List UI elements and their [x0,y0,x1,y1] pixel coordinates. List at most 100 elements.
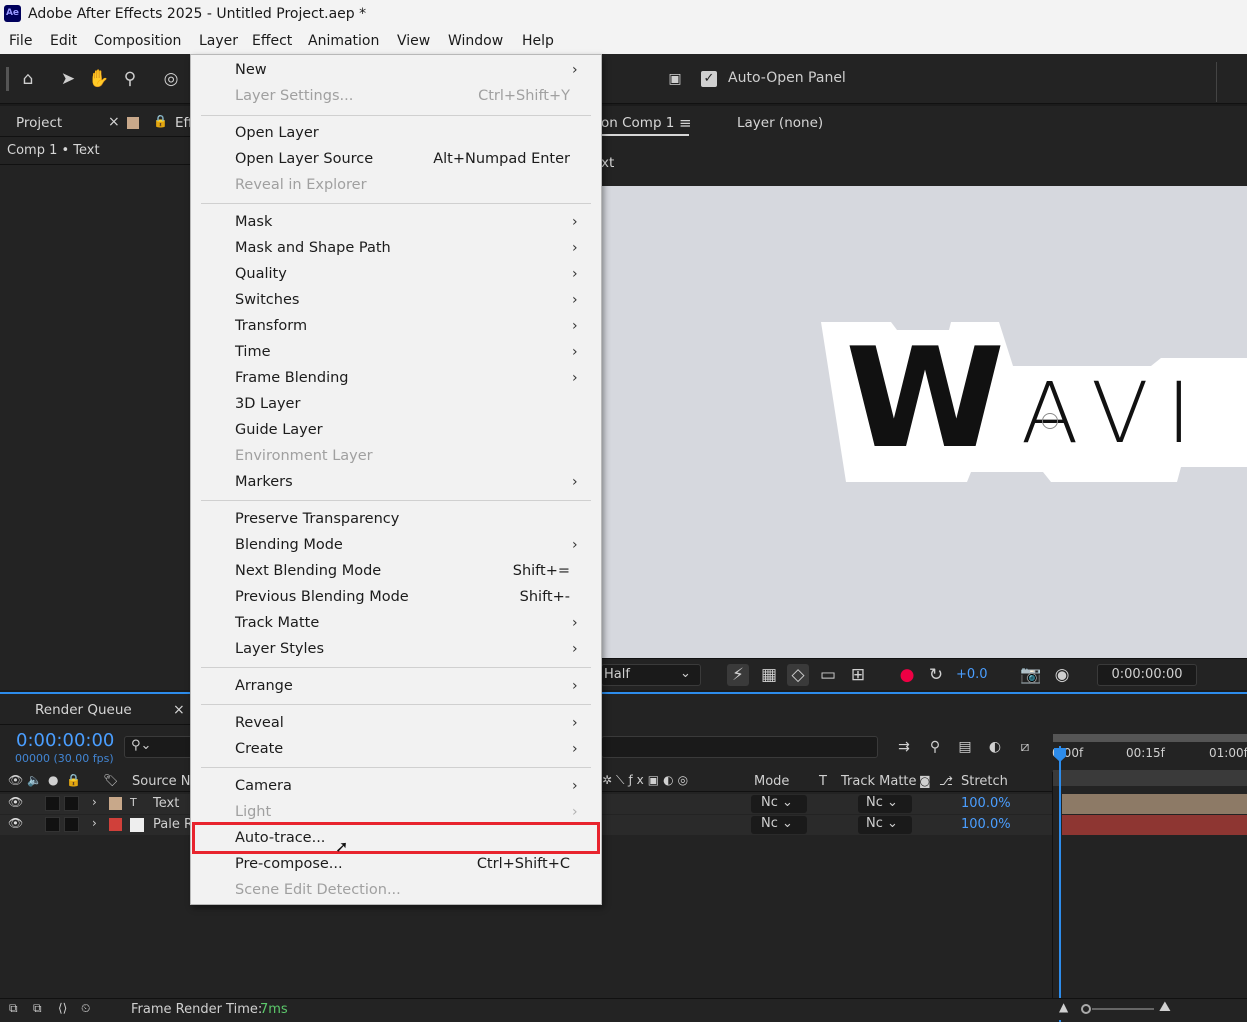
menu-item-markers[interactable]: Markers [235,471,293,493]
zoom-slider[interactable] [1092,1008,1154,1010]
breadcrumb[interactable]: Comp 1 • Text [7,143,100,158]
playhead[interactable] [1059,746,1061,1022]
modes-toggle-icon[interactable]: ⧉ [33,1001,42,1016]
snapshot-icon[interactable]: 📷 [1020,664,1042,686]
menu-view[interactable]: View [397,33,430,49]
show-snapshot-icon[interactable]: ◉ [1051,664,1073,686]
layer-duration-bar-solid[interactable] [1062,815,1247,835]
panel-menu-icon[interactable]: ≡ [679,114,692,132]
search-input[interactable]: ⚲⌄ [124,736,194,758]
zoom-slider-handle[interactable] [1081,1004,1091,1014]
lock-switch[interactable] [64,817,79,832]
frame-blending-icon[interactable]: ▤ [954,736,976,758]
current-time-display[interactable]: 0:00:00:00 [16,730,114,751]
exposure-value[interactable]: +0.0 [956,667,988,682]
mode-dropdown[interactable]: Nc ⌄ [751,816,807,834]
track-matte-dropdown[interactable]: Nc ⌄ [858,795,912,813]
lock-icon[interactable]: 🔒 [153,114,168,128]
menu-item-3d-layer[interactable]: 3D Layer [235,393,300,415]
zoom-tool-icon[interactable]: ⚲ [119,68,141,90]
tab-project[interactable]: Project [16,115,62,131]
label-color[interactable] [109,818,122,831]
tab-composition[interactable]: on Comp 1 [601,115,674,131]
work-area-bar[interactable] [1053,734,1247,742]
auto-open-checkbox[interactable]: ✓ [701,71,717,87]
layer-duration-bar-text[interactable] [1062,794,1247,814]
comp-flowchart-icon[interactable]: ⇉ [893,736,915,758]
menu-item-transform[interactable]: Transform [235,315,307,337]
menu-item-mask[interactable]: Mask [235,211,272,233]
anchor-point-icon[interactable] [1042,413,1058,429]
hand-tool-icon[interactable]: ✋ [88,68,110,90]
eye-icon[interactable]: 👁 [8,773,23,787]
menu-item-open-layer-source[interactable]: Open Layer Source [235,148,373,170]
label-tag-icon[interactable]: 🏷 [103,773,118,787]
eye-icon[interactable]: 👁 [8,816,23,830]
transparency-grid-icon[interactable]: ▦ [758,664,780,686]
menu-item-time[interactable]: Time [235,341,271,363]
menu-layer[interactable]: Layer [199,33,238,49]
menu-effect[interactable]: Effect [252,33,292,49]
menu-window[interactable]: Window [448,33,503,49]
audio-icon[interactable]: 🔈 [27,773,42,787]
comp-breadcrumb[interactable]: xt [601,155,614,171]
menu-item-quality[interactable]: Quality [235,263,287,285]
zoom-in-icon[interactable]: ⛰ [1159,999,1171,1015]
menu-item-create[interactable]: Create [235,738,283,760]
graph-editor-icon[interactable]: ⧄ [1014,736,1036,758]
menu-item-next-blending-mode[interactable]: Next Blending Mode [235,560,381,582]
menu-edit[interactable]: Edit [50,33,77,49]
grid-guides-icon[interactable]: ⊞ [847,664,869,686]
close-icon[interactable]: × [108,114,120,130]
menu-animation[interactable]: Animation [308,33,379,49]
selection-tool-icon[interactable]: ➤ [57,68,79,90]
menu-item-camera[interactable]: Camera [235,775,292,797]
track-matte-dropdown[interactable]: Nc ⌄ [858,816,912,834]
stretch-value[interactable]: 100.0% [961,796,1011,811]
panel-toggle-icon[interactable]: ▣ [664,68,686,90]
lock-switch[interactable] [64,796,79,811]
menu-item-layer-styles[interactable]: Layer Styles [235,638,324,660]
resolution-dropdown[interactable]: Half ⌄ [601,664,701,686]
col-stretch[interactable]: Stretch [961,774,1008,789]
solo-icon[interactable]: ● [48,773,58,787]
menu-item-mask-shape-path[interactable]: Mask and Shape Path [235,237,391,259]
mask-visibility-icon[interactable]: ◇ [787,664,809,686]
layer-name[interactable]: Text [153,796,179,811]
toolbar-grip[interactable] [6,67,9,91]
fast-preview-icon[interactable]: ⚡ [727,664,749,686]
menu-file[interactable]: File [9,33,32,49]
menu-item-preserve-transparency[interactable]: Preserve Transparency [235,508,399,530]
lock-icon[interactable]: 🔒 [66,773,81,787]
tab-layer[interactable]: Layer (none) [737,115,823,131]
eye-icon[interactable]: 👁 [8,795,23,809]
solo-switch[interactable] [45,796,60,811]
label-color[interactable] [109,797,122,810]
reset-exposure-icon[interactable]: ↻ [925,664,947,686]
region-of-interest-icon[interactable]: ▭ [817,664,839,686]
menu-item-frame-blending[interactable]: Frame Blending [235,367,349,389]
stretch-value[interactable]: 100.0% [961,817,1011,832]
menu-item-pre-compose[interactable]: Pre-compose... [235,853,343,875]
render-time-icon[interactable]: ⏲ [81,1001,90,1016]
layer-switches-toggle-icon[interactable]: ⧉ [9,1001,18,1016]
menu-help[interactable]: Help [522,33,554,49]
layer-name[interactable]: Pale R [153,817,193,832]
motion-blur-icon[interactable]: ◐ [984,736,1006,758]
menu-item-new[interactable]: New [235,59,267,81]
composition-viewer[interactable]: W AVI [601,186,1247,658]
color-channel-icon[interactable]: ● [896,664,918,686]
solo-switch[interactable] [45,817,60,832]
menu-item-guide-layer[interactable]: Guide Layer [235,419,323,441]
menu-item-blending-mode[interactable]: Blending Mode [235,534,343,556]
chevron-right-icon[interactable]: › [92,816,97,830]
in-out-toggle-icon[interactable]: ⟨⟩ [58,1001,67,1015]
mode-dropdown[interactable]: Nc ⌄ [751,795,807,813]
menu-composition[interactable]: Composition [94,33,181,49]
home-icon[interactable]: ⌂ [17,68,39,90]
menu-item-open-layer[interactable]: Open Layer [235,122,319,144]
col-track-matte[interactable]: Track Matte [841,774,917,789]
timeline-search-field[interactable] [601,736,878,758]
col-mode[interactable]: Mode [754,774,789,789]
tab-render-queue[interactable]: Render Queue [35,702,132,718]
